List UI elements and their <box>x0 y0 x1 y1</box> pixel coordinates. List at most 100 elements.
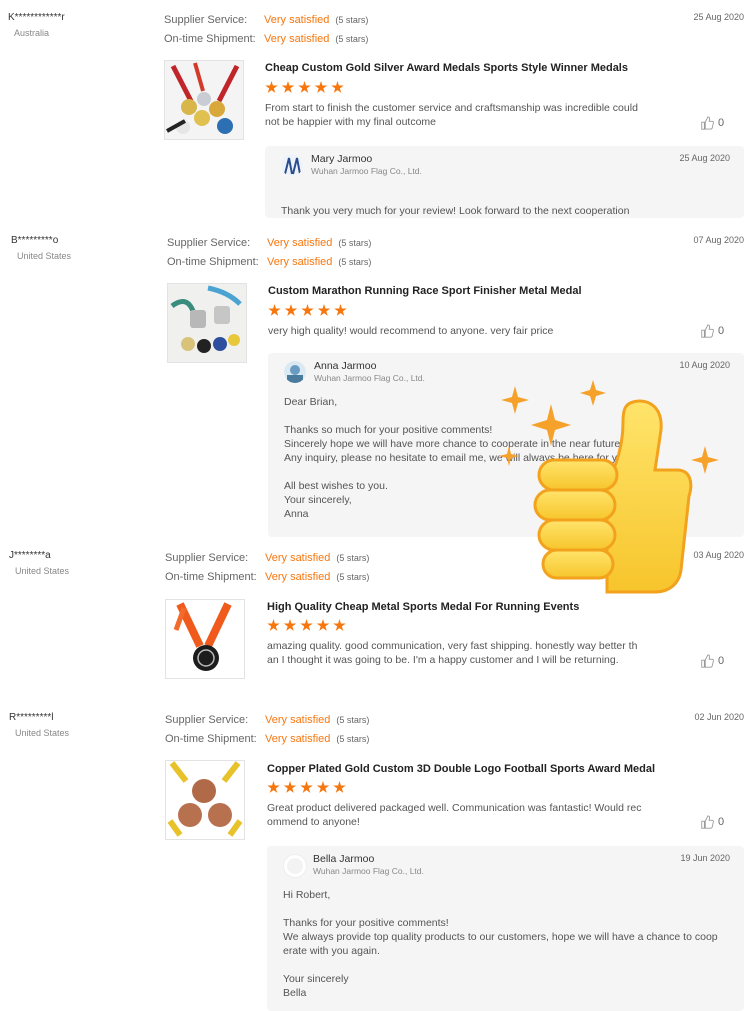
like-button[interactable]: 0 <box>700 116 724 130</box>
reply-company: Wuhan Jarmoo Flag Co., Ltd. <box>313 866 424 876</box>
reply-company: Wuhan Jarmoo Flag Co., Ltd. <box>311 166 422 176</box>
like-button[interactable]: 0 <box>700 324 724 338</box>
ontime-shipment-label: On-time Shipment: <box>165 571 257 583</box>
avatar <box>283 854 307 878</box>
reply-author-name: Bella Jarmoo <box>313 853 375 865</box>
reply-date: 10 Aug 2020 <box>679 360 730 370</box>
product-thumbnail[interactable] <box>164 60 244 140</box>
star-icon <box>298 81 311 93</box>
rating-value: Very satisfied <box>264 14 330 26</box>
star-icon <box>334 304 347 316</box>
product-rating-stars <box>265 81 348 95</box>
rating-value: Very satisfied <box>265 714 331 726</box>
medal-image <box>165 61 243 139</box>
like-count: 0 <box>718 816 725 828</box>
star-icon <box>300 619 313 631</box>
ontime-shipment-rating: On-time Shipment: Very satisfied (5 stars) <box>165 733 369 749</box>
ontime-shipment-rating: On-time Shipment: Very satisfied (5 stars) <box>164 33 368 49</box>
supplier-service-label: Supplier Service: <box>165 552 249 564</box>
supplier-service-rating: Supplier Service: Very satisfied (5 stars) <box>165 552 369 568</box>
buyer-name: J********a <box>9 550 51 561</box>
review-comment: amazing quality. good communication, ver… <box>267 640 638 666</box>
reply-date: 19 Jun 2020 <box>680 853 730 863</box>
review-date: 07 Aug 2020 <box>693 235 744 245</box>
product-thumbnail[interactable] <box>165 599 245 679</box>
review-comment: Great product delivered packaged well. C… <box>267 802 642 828</box>
reply-text: Hi Robert, Thanks for your positive comm… <box>283 889 718 999</box>
product-title-link[interactable]: Copper Plated Gold Custom 3D Double Logo… <box>267 763 655 775</box>
star-icon <box>314 81 328 93</box>
star-icon <box>333 619 346 631</box>
reply-text: Thank you very much for your review! Loo… <box>281 205 630 217</box>
rating-stars-text: (5 stars) <box>336 734 370 744</box>
reply-company: Wuhan Jarmoo Flag Co., Ltd. <box>314 373 425 383</box>
review-item: B*********o United States Supplier Servi… <box>0 235 750 540</box>
star-icon <box>267 619 280 631</box>
reply-date: 25 Aug 2020 <box>679 153 730 163</box>
medal-image <box>168 284 246 362</box>
rating-value: Very satisfied <box>265 733 331 745</box>
buyer-name: R*********l <box>9 712 54 723</box>
supplier-service-label: Supplier Service: <box>165 714 249 726</box>
like-count: 0 <box>718 655 725 667</box>
star-icon <box>300 781 313 793</box>
product-title-link[interactable]: High Quality Cheap Metal Sports Medal Fo… <box>267 601 579 613</box>
star-icon <box>301 304 314 316</box>
thumbs-up-icon <box>701 324 714 338</box>
reply-text: Dear Brian, Thanks so much for your posi… <box>284 396 635 520</box>
star-icon <box>331 81 344 93</box>
buyer-name: K************r <box>8 12 65 23</box>
star-icon <box>283 781 297 793</box>
rating-value: Very satisfied <box>264 33 330 45</box>
product-thumbnail[interactable] <box>167 283 247 363</box>
rating-stars-text: (5 stars) <box>336 715 370 725</box>
reply-author-name: Anna Jarmoo <box>314 360 377 372</box>
ontime-shipment-label: On-time Shipment: <box>167 256 259 268</box>
product-title-link[interactable]: Custom Marathon Running Race Sport Finis… <box>268 285 582 297</box>
rating-stars-text: (5 stars) <box>335 34 369 44</box>
star-icon <box>317 304 331 316</box>
supplier-reply: Bella Jarmoo Wuhan Jarmoo Flag Co., Ltd.… <box>267 846 744 1011</box>
supplier-service-label: Supplier Service: <box>164 14 248 26</box>
supplier-service-rating: Supplier Service: Very satisfied (5 stars) <box>165 714 369 730</box>
buyer-country: United States <box>15 728 70 738</box>
medal-image <box>166 761 244 839</box>
rating-stars-text: (5 stars) <box>336 572 370 582</box>
review-date: 02 Jun 2020 <box>694 712 744 722</box>
review-date: 25 Aug 2020 <box>693 12 744 22</box>
ontime-shipment-label: On-time Shipment: <box>165 733 257 745</box>
ontime-shipment-rating: On-time Shipment: Very satisfied (5 stars) <box>167 256 371 272</box>
like-count: 0 <box>718 117 725 129</box>
star-icon <box>283 619 297 631</box>
ontime-shipment-rating: On-time Shipment: Very satisfied (5 stars) <box>165 571 369 587</box>
rating-stars-text: (5 stars) <box>338 257 372 267</box>
buyer-country: United States <box>15 566 70 576</box>
review-date: 03 Aug 2020 <box>693 550 744 560</box>
thumbs-up-icon <box>701 815 714 829</box>
medal-image <box>166 600 244 678</box>
rating-stars-text: (5 stars) <box>335 15 369 25</box>
like-button[interactable]: 0 <box>700 654 724 668</box>
product-rating-stars <box>268 304 351 318</box>
like-count: 0 <box>718 325 725 337</box>
rating-stars-text: (5 stars) <box>336 553 370 563</box>
supplier-service-rating: Supplier Service: Very satisfied (5 stars) <box>167 237 371 253</box>
supplier-reply: Anna Jarmoo Wuhan Jarmoo Flag Co., Ltd. … <box>268 353 744 537</box>
thumbs-up-icon <box>701 654 714 668</box>
thumbs-up-icon <box>701 116 714 130</box>
buyer-name: B*********o <box>11 235 59 246</box>
star-icon <box>267 781 280 793</box>
rating-value: Very satisfied <box>265 571 331 583</box>
star-icon <box>265 81 278 93</box>
product-title-link[interactable]: Cheap Custom Gold Silver Award Medals Sp… <box>265 62 628 74</box>
star-icon <box>316 619 330 631</box>
review-item: K************r Australia Supplier Servic… <box>0 12 750 227</box>
product-thumbnail[interactable] <box>165 760 245 840</box>
review-comment: From start to finish the customer servic… <box>265 102 638 128</box>
reply-author-name: Mary Jarmoo <box>311 153 373 165</box>
like-button[interactable]: 0 <box>700 815 724 829</box>
star-icon <box>284 304 298 316</box>
rating-value: Very satisfied <box>265 552 331 564</box>
product-rating-stars <box>267 619 350 633</box>
supplier-reply: Mary Jarmoo Wuhan Jarmoo Flag Co., Ltd. … <box>265 146 744 218</box>
